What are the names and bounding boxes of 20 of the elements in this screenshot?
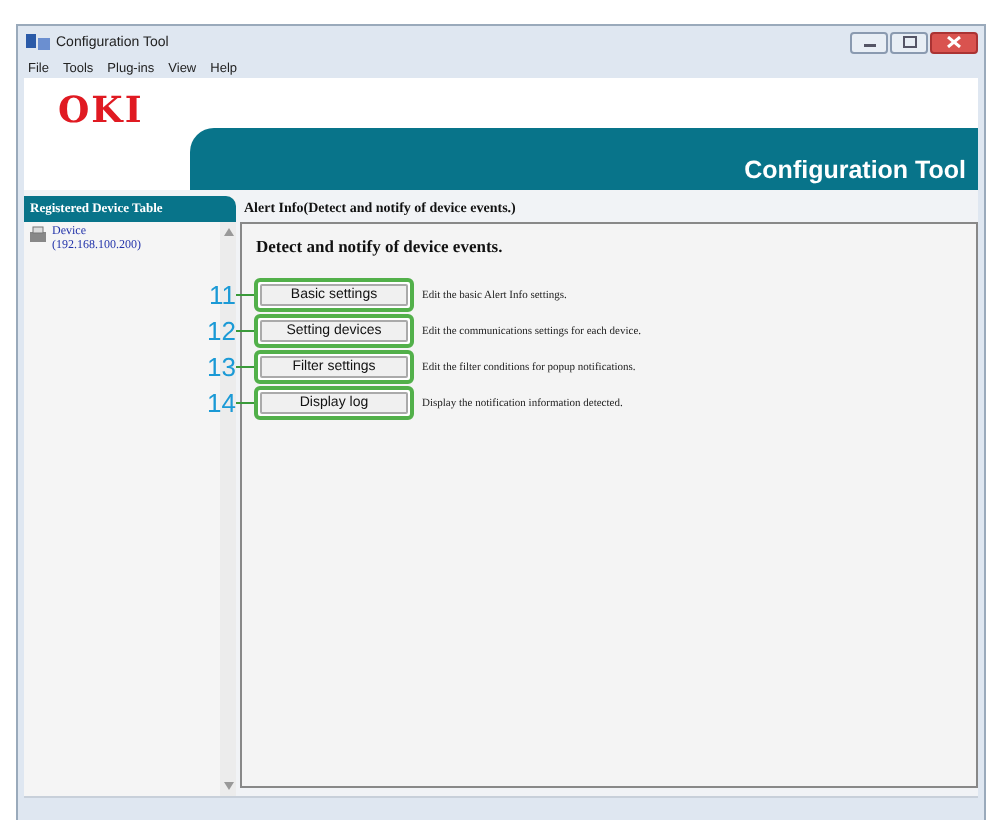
maximize-button[interactable]: [890, 31, 928, 53]
close-icon: [946, 36, 962, 48]
callout-number: 11: [207, 280, 236, 310]
banner-title: Configuration Tool: [744, 156, 966, 184]
leader-line: [236, 401, 254, 405]
leader-line: [236, 365, 254, 369]
callout-number: 13: [205, 352, 236, 382]
leader-line: [236, 329, 254, 333]
leader-line: [236, 293, 254, 297]
printer-icon: [28, 226, 48, 244]
close-button[interactable]: [930, 31, 978, 53]
app-icon: [26, 32, 50, 52]
scroll-down-icon: [223, 782, 233, 790]
maximize-icon: [901, 36, 917, 48]
scroll-up-icon: [223, 228, 233, 236]
section-heading: Detect and notify of device events.: [254, 236, 505, 256]
callout-number: 12: [205, 316, 236, 346]
callout-number: 14: [205, 388, 236, 418]
minimize-button[interactable]: [850, 31, 888, 53]
logo: OKI: [58, 90, 144, 132]
